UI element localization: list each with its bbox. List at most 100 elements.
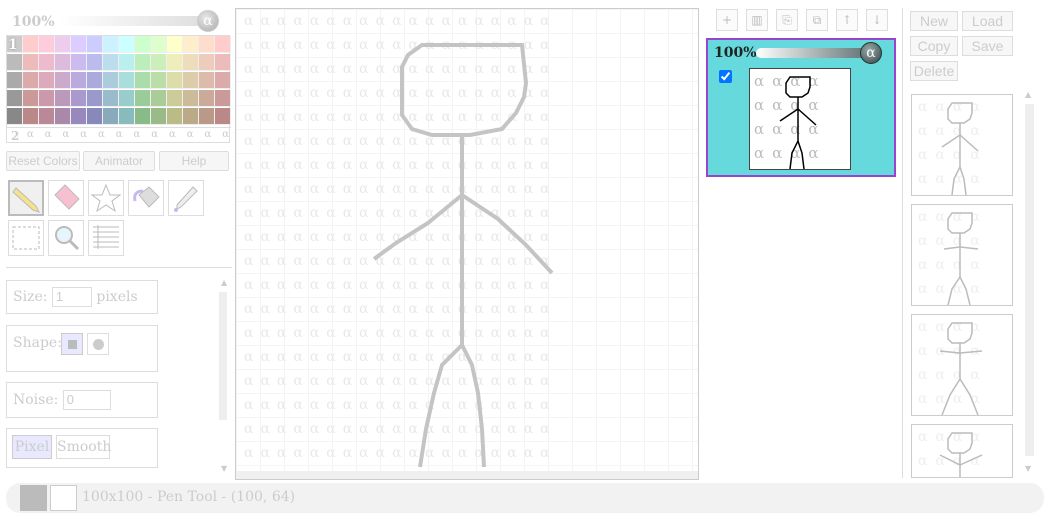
palette-swatch[interactable] [183,72,199,89]
palette-swatch[interactable] [119,36,135,53]
palette-swatch[interactable] [7,72,23,89]
palette-swatch[interactable] [151,72,167,89]
palette-swatch[interactable] [7,54,23,71]
delete-frame-button[interactable]: Delete [910,61,958,81]
palette-swatch[interactable] [167,108,183,125]
opacity-slider[interactable] [60,16,210,26]
palette-swatch[interactable] [87,54,103,71]
palette-swatch[interactable] [39,90,55,107]
palette-swatch[interactable] [55,90,71,107]
palette-swatch[interactable] [135,54,151,71]
square-shape-button[interactable] [61,333,83,355]
palette-alpha-row[interactable]: αααααααααααα [27,129,240,140]
pixel-mode-button[interactable]: Pixel [12,435,52,459]
drawing-canvas[interactable]: ααααααααααααααααααα ααααααααααααααααααα αα… [235,8,699,480]
pen-tool-button[interactable] [8,180,44,216]
load-frame-button[interactable]: Load [962,11,1013,31]
palette-swatch[interactable] [135,90,151,107]
palette-swatch[interactable] [55,108,71,125]
palette-swatch[interactable] [103,72,119,89]
palette-swatch[interactable] [119,108,135,125]
animation-frame-thumbnail[interactable]: αααααααααααααααα [911,204,1013,306]
palette-swatch[interactable] [7,108,23,125]
palette-swatch[interactable] [135,108,151,125]
palette-swatch[interactable] [23,54,39,71]
secondary-color-swatch[interactable] [50,485,77,511]
palette-swatch[interactable] [23,36,39,53]
canvas-scrollbar[interactable] [236,471,698,479]
layer-opacity-handle[interactable]: α [860,42,882,64]
palette-swatch[interactable] [167,72,183,89]
palette-swatch[interactable] [103,108,119,125]
palette-swatch[interactable] [215,90,231,107]
animation-frame-thumbnail[interactable]: αααααααααααααααα [911,94,1013,196]
palette-swatch[interactable] [71,72,87,89]
help-button[interactable]: Help [159,151,229,171]
palette-swatch[interactable] [215,54,231,71]
palette-swatch[interactable] [119,54,135,71]
palette-swatch[interactable] [39,36,55,53]
options-scrollbar[interactable]: ▲ ▼ [216,278,230,474]
layer-visibility-checkbox[interactable] [719,70,732,83]
palette-swatch[interactable] [55,36,71,53]
layer-merge-button[interactable]: ⎘ [776,9,798,31]
save-frame-button[interactable]: Save [962,36,1013,56]
palette-swatch[interactable] [71,54,87,71]
animator-button[interactable]: Animator [83,151,155,171]
animation-frame-thumbnail[interactable]: αααααααααααααααα [911,314,1013,416]
palette-swatch[interactable] [215,108,231,125]
palette-swatch[interactable] [183,108,199,125]
layer-down-button[interactable]: ↓ [866,9,888,31]
palette-swatch[interactable] [183,54,199,71]
palette-swatch[interactable] [183,90,199,107]
palette-swatch[interactable] [103,90,119,107]
palette-swatch[interactable] [151,54,167,71]
palette-swatch[interactable] [23,108,39,125]
smooth-mode-button[interactable]: Smooth [56,435,111,459]
animation-frame-thumbnail[interactable]: αααααααααααααααα [911,424,1013,478]
opacity-slider-handle[interactable]: α [197,10,219,32]
palette-swatch[interactable] [55,72,71,89]
fill-tool-button[interactable] [128,180,164,216]
palette-swatch[interactable] [103,54,119,71]
new-frame-button[interactable]: New [910,11,958,31]
select-tool-button[interactable] [8,220,44,256]
size-input[interactable] [51,286,92,307]
palette-swatch[interactable] [167,90,183,107]
palette-swatch[interactable] [87,36,103,53]
palette-swatch[interactable] [199,90,215,107]
palette-swatch[interactable] [71,108,87,125]
round-shape-button[interactable] [87,333,109,355]
frames-scrollbar[interactable]: ▲ ▼ [1022,90,1036,476]
layer-duplicate-button[interactable]: ⧉ [806,9,828,31]
palette-swatch[interactable] [23,90,39,107]
list-tool-button[interactable] [88,220,124,256]
palette-swatch[interactable] [39,108,55,125]
palette-swatch[interactable] [39,72,55,89]
palette-swatch[interactable] [199,108,215,125]
add-layer-button[interactable]: + [716,9,738,31]
palette-swatch[interactable] [199,72,215,89]
layer-opacity-slider[interactable] [756,48,876,58]
palette-swatch[interactable] [183,36,199,53]
palette-swatch[interactable] [87,72,103,89]
palette-swatch[interactable] [215,36,231,53]
copy-frame-button[interactable]: Copy [910,36,958,56]
palette-swatch[interactable] [71,90,87,107]
noise-input[interactable] [62,389,111,410]
layer-columns-button[interactable]: ▥ [746,9,768,31]
reset-colors-button[interactable]: Reset Colors [6,151,80,171]
star-tool-button[interactable] [88,180,124,216]
eraser-tool-button[interactable] [48,180,84,216]
palette-swatch[interactable] [151,90,167,107]
palette-swatch[interactable] [119,72,135,89]
palette-swatch[interactable] [39,54,55,71]
primary-color-swatch[interactable] [20,485,47,511]
palette-swatch[interactable] [151,108,167,125]
palette-swatch[interactable] [151,36,167,53]
palette-swatch[interactable] [167,36,183,53]
palette-swatch[interactable] [103,36,119,53]
layer-item[interactable]: 100% α αααα αααα αααα αααα [706,38,896,177]
zoom-tool-button[interactable] [48,220,84,256]
palette-swatch[interactable] [7,90,23,107]
